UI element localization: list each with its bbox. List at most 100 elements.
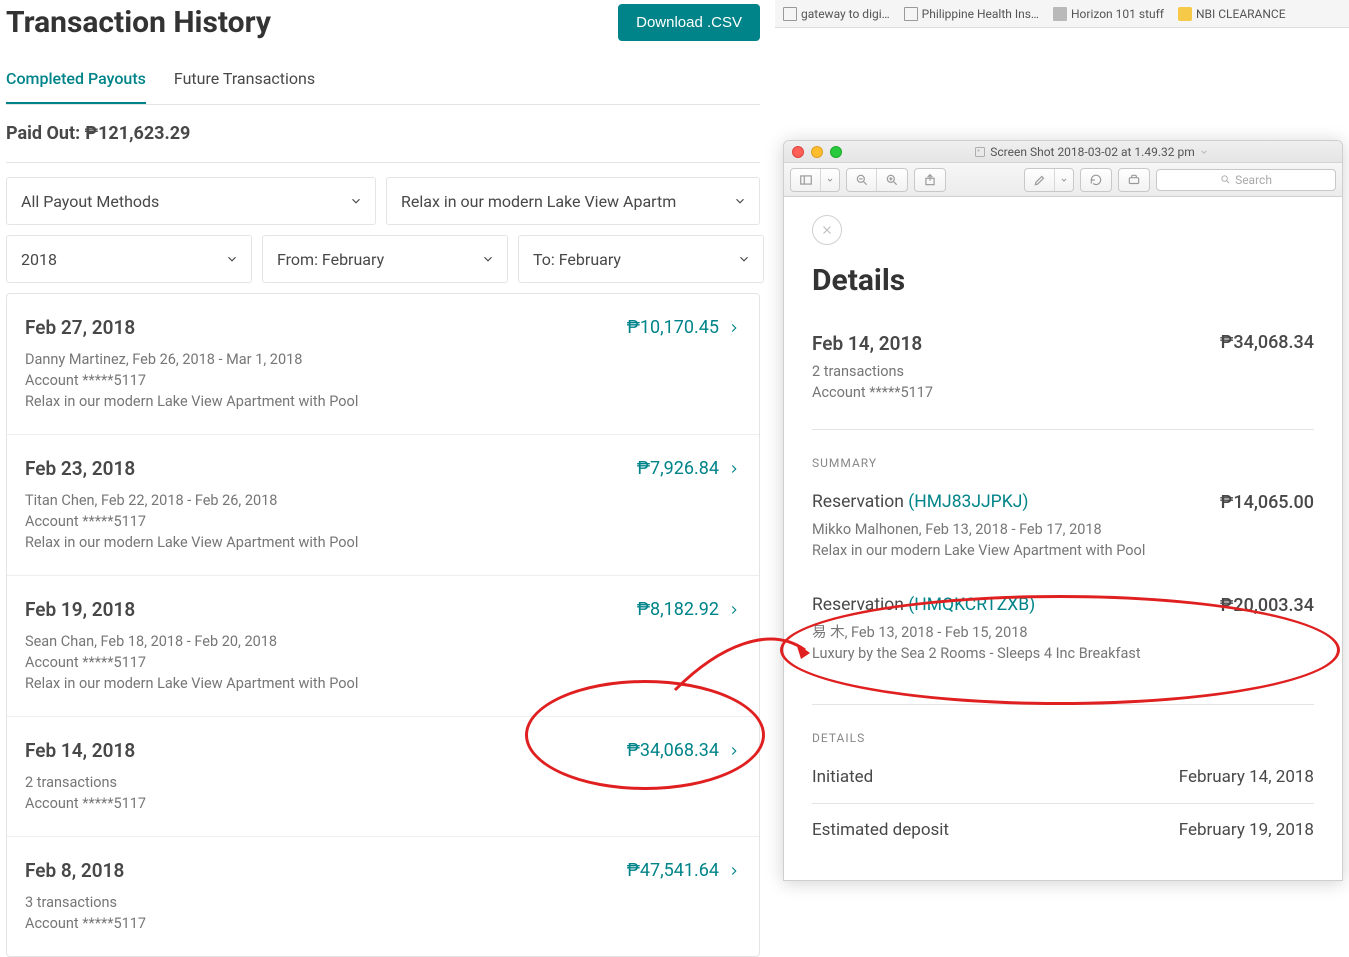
reservation-line: Reservation (HMJ83JJPKJ)	[812, 492, 1028, 512]
chevron-right-icon	[727, 864, 741, 878]
payout-date: Feb 14, 2018	[25, 739, 135, 762]
window-titlebar[interactable]: Screen Shot 2018-03-02 at 1.49.32 pm	[784, 141, 1342, 163]
download-csv-button[interactable]: Download .CSV	[618, 4, 760, 41]
edit-toolbar-button[interactable]	[1119, 169, 1149, 191]
payout-date: Feb 19, 2018	[25, 598, 135, 621]
filter-payout-method[interactable]: All Payout Methods	[6, 177, 376, 225]
page-icon	[783, 7, 797, 21]
image-file-icon	[974, 146, 986, 158]
details-account: Account *****5117	[812, 382, 1314, 403]
filter-listing[interactable]: Relax in our modern Lake View Apartm	[386, 177, 760, 225]
payout-account: Account *****5117	[25, 511, 741, 532]
bookmark-item[interactable]: Horizon 101 stuff	[1053, 7, 1164, 21]
share-button[interactable]	[915, 169, 945, 191]
reservation-listing: Relax in our modern Lake View Apartment …	[812, 540, 1314, 561]
payout-list: Feb 27, 2018 ₱10,170.45 Danny Martinez, …	[6, 293, 760, 957]
reservation-line: Reservation (HMQKCRTZXB)	[812, 595, 1035, 615]
payout-date: Feb 23, 2018	[25, 457, 135, 480]
sidebar-menu-button[interactable]	[821, 169, 839, 191]
close-details-button[interactable]	[812, 215, 842, 245]
details-total-amount: ₱34,068.34	[1220, 332, 1314, 353]
window-title: Screen Shot 2018-03-02 at 1.49.32 pm	[849, 145, 1334, 159]
filter-to-month[interactable]: To: February	[518, 235, 764, 283]
payout-guest: 3 transactions	[25, 892, 741, 913]
details-title: Details	[812, 263, 1314, 298]
markup-menu-button[interactable]	[1055, 169, 1073, 191]
chevron-down-icon	[225, 252, 239, 266]
payout-account: Account *****5117	[25, 793, 741, 814]
chevron-down-icon	[733, 194, 747, 208]
payout-amount[interactable]: ₱10,170.45	[627, 317, 741, 338]
chevron-down-icon	[349, 194, 363, 208]
payout-listing: Relax in our modern Lake View Apartment …	[25, 391, 741, 412]
details-heading: DETAILS	[812, 731, 1314, 745]
filter-year[interactable]: 2018	[6, 235, 252, 283]
chevron-down-icon	[481, 252, 495, 266]
window-close-button[interactable]	[792, 146, 804, 158]
payout-amount[interactable]: ₱47,541.64	[627, 860, 741, 881]
detail-row-label: Estimated deposit	[812, 820, 949, 840]
detail-row-value: February 19, 2018	[1179, 820, 1314, 840]
payout-amount[interactable]: ₱8,182.92	[637, 599, 741, 620]
payout-item[interactable]: Feb 23, 2018 ₱7,926.84 Titan Chen, Feb 2…	[7, 435, 759, 576]
payout-date: Feb 27, 2018	[25, 316, 135, 339]
preview-window: Screen Shot 2018-03-02 at 1.49.32 pm	[783, 140, 1343, 881]
tab-future-transactions[interactable]: Future Transactions	[174, 59, 315, 104]
chevron-down-icon	[1199, 147, 1209, 157]
payout-guest: Danny Martinez, Feb 26, 2018 - Mar 1, 20…	[25, 349, 741, 370]
reservation-code-link[interactable]: (HMQKCRTZXB)	[908, 595, 1035, 615]
paid-out-summary: Paid Out: ₱121,623.29	[6, 105, 760, 163]
details-date: Feb 14, 2018	[812, 332, 922, 355]
search-input[interactable]: Search	[1156, 169, 1336, 191]
chevron-right-icon	[727, 603, 741, 617]
payout-account: Account *****5117	[25, 652, 741, 673]
payout-amount[interactable]: ₱7,926.84	[637, 458, 741, 479]
paid-out-label: Paid Out:	[6, 123, 80, 144]
detail-row-label: Initiated	[812, 767, 873, 787]
payout-listing: Relax in our modern Lake View Apartment …	[25, 673, 741, 694]
bookmarks-bar: gateway to digi… Philippine Health Ins… …	[775, 0, 1349, 28]
payout-account: Account *****5117	[25, 913, 741, 934]
payout-item[interactable]: Feb 19, 2018 ₱8,182.92 Sean Chan, Feb 18…	[7, 576, 759, 717]
payout-item[interactable]: Feb 8, 2018 ₱47,541.64 3 transactions Ac…	[7, 837, 759, 956]
payout-listing: Relax in our modern Lake View Apartment …	[25, 532, 741, 553]
filter-from-month[interactable]: From: February	[262, 235, 508, 283]
zoom-in-button[interactable]	[877, 169, 907, 191]
rotate-button[interactable]	[1081, 169, 1111, 191]
window-zoom-button[interactable]	[830, 146, 842, 158]
summary-heading: SUMMARY	[812, 456, 1314, 470]
payout-item[interactable]: Feb 27, 2018 ₱10,170.45 Danny Martinez, …	[7, 294, 759, 435]
reservation-amount: ₱20,003.34	[1220, 595, 1314, 616]
markup-button[interactable]	[1025, 169, 1055, 191]
bookmark-item[interactable]: gateway to digi…	[783, 7, 890, 21]
sidebar-toggle-button[interactable]	[791, 169, 821, 191]
reservation-listing: Luxury by the Sea 2 Rooms - Sleeps 4 Inc…	[812, 643, 1314, 664]
zoom-out-button[interactable]	[847, 169, 877, 191]
reservation-guest: Mikko Malhonen, Feb 13, 2018 - Feb 17, 2…	[812, 519, 1314, 540]
reservation-amount: ₱14,065.00	[1220, 492, 1314, 513]
paid-out-value: ₱121,623.29	[85, 123, 191, 144]
payout-item[interactable]: Feb 14, 2018 ₱34,068.34 2 transactions A…	[7, 717, 759, 837]
chevron-right-icon	[727, 462, 741, 476]
reservation-guest: 易 木, Feb 13, 2018 - Feb 15, 2018	[812, 622, 1314, 643]
payout-amount[interactable]: ₱34,068.34	[627, 740, 741, 761]
shield-icon	[1178, 7, 1192, 21]
chevron-right-icon	[727, 744, 741, 758]
tab-completed-payouts[interactable]: Completed Payouts	[6, 59, 146, 104]
folder-icon	[1053, 7, 1067, 21]
payout-guest: Sean Chan, Feb 18, 2018 - Feb 20, 2018	[25, 631, 741, 652]
payout-guest: Titan Chen, Feb 22, 2018 - Feb 26, 2018	[25, 490, 741, 511]
close-icon	[820, 223, 834, 237]
reservation-code-link[interactable]: (HMJ83JJPKJ)	[908, 492, 1028, 512]
payout-guest: 2 transactions	[25, 772, 741, 793]
page-icon	[904, 7, 918, 21]
bookmark-item[interactable]: NBI CLEARANCE	[1178, 7, 1286, 21]
payout-date: Feb 8, 2018	[25, 859, 124, 882]
chevron-down-icon	[737, 252, 751, 266]
bookmark-item[interactable]: Philippine Health Ins…	[904, 7, 1039, 21]
chevron-right-icon	[727, 321, 741, 335]
search-icon	[1220, 174, 1231, 185]
details-tx-count: 2 transactions	[812, 361, 1314, 382]
page-title: Transaction History	[6, 5, 271, 40]
window-minimize-button[interactable]	[811, 146, 823, 158]
